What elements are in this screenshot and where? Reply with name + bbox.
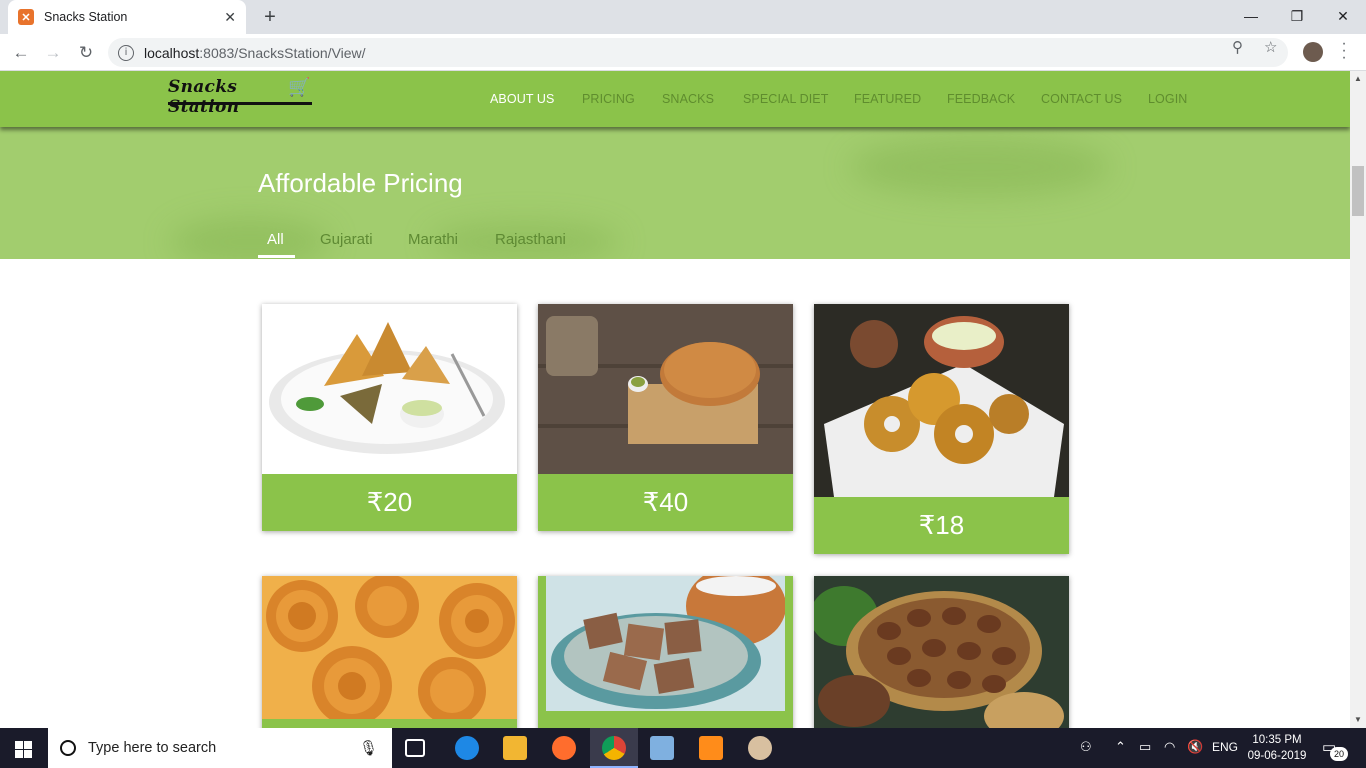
nav-pricing[interactable]: PRICING: [582, 92, 635, 106]
show-hidden-icons-icon[interactable]: ⌃: [1115, 739, 1126, 755]
price-card-samosa[interactable]: ₹20: [262, 304, 517, 531]
hero-texture: [850, 137, 1110, 197]
taskbar-clock[interactable]: 10:35 PM 09-06-2019: [1247, 732, 1307, 764]
price-label: ₹20: [262, 474, 517, 531]
new-tab-icon[interactable]: +: [258, 5, 282, 29]
filter-rajasthani[interactable]: Rajasthani: [495, 231, 566, 248]
minimize-icon[interactable]: —: [1236, 4, 1266, 28]
pricing-header: Affordable Pricing All Gujarati Marathi …: [0, 127, 1350, 259]
windows-taskbar: Type here to search 🎙 ⚇ ⌃ ▭ ◠ 🔇 ENG 10:3…: [0, 728, 1366, 768]
volume-muted-icon[interactable]: 🔇: [1187, 739, 1203, 755]
url-path: :8083/SnacksStation/View/: [199, 44, 366, 61]
nav-featured[interactable]: FEATURED: [854, 92, 921, 106]
price-card-khakhra[interactable]: ₹40: [538, 304, 793, 531]
scroll-up-icon[interactable]: ▲: [1350, 71, 1366, 87]
taskbar-search[interactable]: Type here to search 🎙: [48, 728, 392, 768]
tab-close-icon[interactable]: ✕: [224, 9, 236, 26]
clock-date: 09-06-2019: [1247, 750, 1307, 762]
url-text: localhost:8083/SnacksStation/View/: [144, 45, 366, 61]
windows-start-icon[interactable]: [0, 728, 48, 768]
nav-feedback[interactable]: FEEDBACK: [947, 92, 1015, 106]
page-viewport: Snacks Station 🛒 ABOUT US PRICING SNACKS…: [0, 71, 1350, 728]
battery-icon[interactable]: ▭: [1139, 739, 1151, 755]
profile-avatar[interactable]: [1303, 42, 1323, 62]
crackers-image: [546, 576, 785, 711]
samosa-image: [262, 304, 517, 474]
forward-icon[interactable]: →: [40, 40, 66, 66]
page-scrollbar[interactable]: ▲ ▼: [1350, 71, 1366, 728]
zoom-icon[interactable]: ⚲: [1232, 38, 1243, 56]
people-icon[interactable]: ⚇: [1080, 739, 1092, 755]
chakli-image: [262, 576, 517, 719]
bhakarwadi-image: [814, 576, 1069, 728]
browser-toolbar: ← → ↻ i localhost:8083/SnacksStation/Vie…: [0, 34, 1366, 71]
restore-icon[interactable]: ❐: [1282, 4, 1312, 28]
search-placeholder: Type here to search: [88, 740, 217, 756]
price-card-bhakarwadi[interactable]: [814, 576, 1069, 728]
chrome-icon[interactable]: [602, 736, 626, 760]
browser-tab-strip: ✕ Snacks Station ✕ + — ❐ ✕: [0, 0, 1366, 34]
microphone-icon[interactable]: 🎙: [359, 739, 378, 757]
active-filter-underline: [258, 255, 295, 258]
bookmark-star-icon[interactable]: ☆: [1264, 38, 1277, 56]
site-favicon-icon: ✕: [18, 9, 34, 25]
filter-gujarati[interactable]: Gujarati: [320, 231, 373, 248]
app-cube-icon[interactable]: [650, 736, 674, 760]
price-label: ₹40: [538, 474, 793, 531]
scrollbar-thumb[interactable]: [1352, 166, 1364, 216]
scroll-down-icon[interactable]: ▼: [1350, 712, 1366, 728]
nav-login[interactable]: LOGIN: [1148, 92, 1187, 106]
url-host: localhost: [144, 44, 200, 61]
firefox-icon[interactable]: [552, 736, 576, 760]
hero-texture: [170, 217, 330, 259]
tab-title: Snacks Station: [44, 10, 128, 24]
reload-icon[interactable]: ↻: [73, 40, 99, 66]
paint-icon[interactable]: [748, 736, 772, 760]
price-label: ₹18: [814, 497, 1069, 554]
nav-snacks[interactable]: SNACKS: [662, 92, 714, 106]
wifi-icon[interactable]: ◠: [1164, 739, 1175, 755]
nav-about-us[interactable]: ABOUT US: [490, 92, 554, 106]
price-label: [262, 719, 517, 728]
sublime-text-icon[interactable]: [699, 736, 723, 760]
filter-marathi[interactable]: Marathi: [408, 231, 458, 248]
cortana-icon: [60, 740, 76, 756]
address-bar[interactable]: i localhost:8083/SnacksStation/View/: [108, 38, 1288, 67]
browser-tab[interactable]: ✕ Snacks Station ✕: [8, 0, 246, 34]
khakhra-image: [538, 304, 793, 474]
price-card-crackers[interactable]: [538, 576, 793, 728]
site-navbar: Snacks Station 🛒 ABOUT US PRICING SNACKS…: [0, 71, 1350, 127]
notification-count-badge: 20: [1330, 747, 1348, 761]
nav-links: ABOUT US PRICING SNACKS SPECIAL DIET FEA…: [0, 92, 1350, 108]
edge-icon[interactable]: [455, 736, 479, 760]
window-close-icon[interactable]: ✕: [1328, 4, 1358, 28]
browser-menu-icon[interactable]: · · ·: [1338, 36, 1350, 66]
nav-contact-us[interactable]: CONTACT US: [1041, 92, 1122, 106]
price-label: [538, 711, 793, 728]
site-info-icon[interactable]: i: [118, 44, 134, 61]
section-title: Affordable Pricing: [258, 168, 463, 198]
nav-special-diet[interactable]: SPECIAL DIET: [743, 92, 828, 106]
price-card-chakli[interactable]: [262, 576, 517, 728]
back-icon[interactable]: ←: [8, 40, 34, 66]
filter-all[interactable]: All: [267, 231, 284, 248]
file-explorer-icon[interactable]: [503, 736, 527, 760]
medu-vada-image: [814, 304, 1069, 497]
task-view-icon[interactable]: [405, 739, 425, 757]
language-indicator[interactable]: ENG: [1212, 740, 1238, 754]
clock-time: 10:35 PM: [1252, 734, 1302, 746]
price-card-medu-vada[interactable]: ₹18: [814, 304, 1069, 554]
